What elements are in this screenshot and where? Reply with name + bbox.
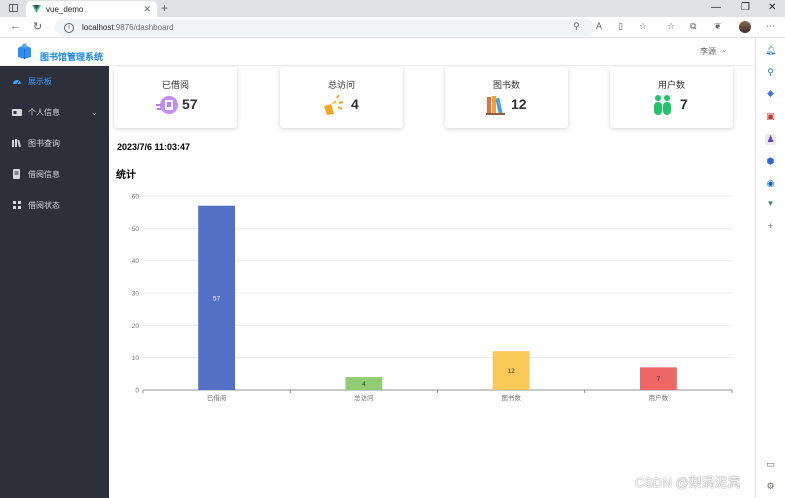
sidebar-item-label: 展示板 [28,76,52,86]
x-tick-label: 已借阅 [207,393,227,402]
bar-data-label: 12 [508,368,516,375]
browser-tab-bar: vue_demo ✕ + — ❐ ✕ [0,0,785,17]
dashboard-icon [13,80,21,85]
stat-card-label: 图书数 [492,80,520,90]
borrow-icon [156,96,178,114]
stat-card-value: 7 [680,96,688,112]
chevron-down-icon: ⌄ [91,107,98,117]
sidebar-item-book-search[interactable]: 图书查询 [0,128,109,158]
settings-icon[interactable]: ⚙ [765,481,776,492]
id-card-icon [12,109,22,116]
bell-icon[interactable]: 🔔︎ [765,45,776,56]
sidebar-item-label: 借阅信息 [28,169,60,179]
y-tick-label: 50 [132,226,140,233]
stat-card-books: 图书数 12 [445,67,568,128]
sidebar-item-label: 个人信息 [28,107,60,117]
stat-card-value: 12 [511,96,527,112]
x-tick-label: 总访问 [354,393,374,402]
key-icon[interactable]: ⚲ [573,21,580,32]
app-header: 图书馆管理系统 李源 ⌄ [0,38,755,66]
more-icon[interactable]: ⋯ [766,21,775,32]
add-icon[interactable]: + [765,221,776,232]
bar-chart: 0 10 20 30 40 50 60 57 已借阅 4 总访问 12 图书数 7 用户数 [132,194,733,402]
stat-card-value: 4 [351,96,359,112]
profile-avatar[interactable] [739,21,751,33]
search-icon[interactable]: ⚲ [765,67,776,78]
refresh-icon[interactable]: ↻ [33,20,42,33]
sidebar-item-borrow-status[interactable]: 借阅状态 [0,190,109,220]
browser-tab[interactable]: vue_demo ✕ [26,1,157,17]
address-bar: ← ↻ i localhost:9876/dashboard ⚲ A ▯ ☆ ☆… [0,17,785,38]
person-icon[interactable]: ♟ [765,134,776,145]
sidebar-item-label: 借阅状态 [28,200,60,210]
books-stack-icon [486,96,505,115]
logo-icon [18,43,31,59]
edge-sidebar: 🔔︎ ⚲ ◆ ▣ ♟ ⬢ ◉ ▾ + ▭ ⚙ [755,38,785,498]
stat-card-value: 57 [182,96,198,112]
sidebar-item-borrow-info[interactable]: 借阅信息 [0,159,109,189]
stat-card-visits: 总访问 4 [280,67,403,128]
grid-icon [13,201,21,209]
current-datetime: 2023/7/6 11:03:47 [117,142,191,152]
visit-icon [324,94,344,115]
extensions-icon[interactable]: ❦ [714,21,722,32]
tab-close-icon[interactable]: ✕ [143,4,151,15]
screen-icon[interactable]: ▭ [765,459,776,470]
books-icon [12,139,22,148]
user-menu[interactable]: 李源 [700,46,716,57]
bar-data-label: 57 [213,295,221,302]
maximize-icon[interactable]: ❐ [741,2,750,13]
y-tick-label: 20 [132,323,140,330]
back-icon[interactable]: ← [10,20,21,32]
sidebar-item-dashboard[interactable]: 展示板 [0,66,109,96]
new-tab-icon[interactable]: + [161,1,168,15]
tab-title: vue_demo [46,4,84,14]
y-tick-label: 10 [132,355,140,362]
y-tick-label: 30 [132,291,140,298]
favorites-icon[interactable]: ☆ [667,21,675,32]
y-tick-label: 60 [132,194,140,201]
sidebar: 展示板 个人信息 ⌄ 图书查询 借阅信息 借阅状态 [0,66,109,498]
y-tick-label: 40 [132,258,140,265]
reader-icon[interactable]: ▯ [618,21,623,32]
close-window-icon[interactable]: ✕ [768,2,776,13]
collections-icon[interactable]: ⧉ [690,21,696,32]
office-icon[interactable]: ⬢ [765,156,776,167]
url-host: localhost [82,23,114,32]
read-aloud-icon[interactable]: A [596,21,602,31]
minimize-icon[interactable]: — [711,2,721,13]
section-title: 统计 [116,170,136,181]
stat-card-label: 用户数 [657,80,685,90]
x-tick-label: 用户数 [649,393,669,402]
document-icon [13,169,20,179]
y-tick-label: 0 [135,388,139,395]
app-title: 图书馆管理系统 [40,52,104,62]
favorite-icon[interactable]: ☆ [639,21,647,32]
outlook-icon[interactable]: ◉ [765,178,776,189]
url-input[interactable]: i localhost:9876/dashboard [55,19,595,36]
users-icon [654,95,671,115]
tab-actions-icon[interactable] [9,4,18,12]
url-path: :9876/dashboard [113,23,174,32]
bar-data-label: 4 [362,381,366,388]
vue-logo-icon [32,5,41,13]
x-tick-label: 图书数 [501,393,521,402]
chevron-down-icon[interactable]: ⌄ [721,45,728,54]
bar-data-label: 7 [657,376,661,383]
design-icon[interactable]: ▾ [765,198,776,209]
stat-card-label: 已借阅 [161,80,189,90]
stat-card-label: 总访问 [327,80,355,90]
sidebar-item-personal-info[interactable]: 个人信息 ⌄ [0,97,109,127]
stat-card-users: 用户数 7 [610,67,733,128]
tag-icon[interactable]: ◆ [765,88,776,99]
toolbox-icon[interactable]: ▣ [765,111,776,122]
sidebar-item-label: 图书查询 [28,138,60,148]
statistics-chart: 0 10 20 30 40 50 60 57 已借阅 4 总访问 12 图书数 7 用户数 [109,182,755,408]
csdn-watermark: CSDN @梨涡泥窝 [635,475,741,490]
site-info-icon[interactable]: i [64,22,74,33]
stat-card-borrowed: 已借阅 57 [114,67,237,128]
